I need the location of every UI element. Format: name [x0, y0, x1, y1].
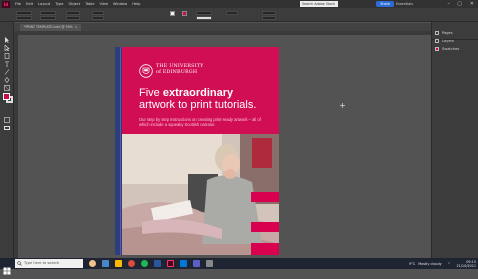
- height-field[interactable]: [40, 16, 56, 20]
- menu-view[interactable]: View: [99, 2, 108, 6]
- margin-guide: [120, 47, 121, 255]
- taskbar-search[interactable]: Type here to search: [15, 259, 83, 268]
- photo-accent-bar-1: [251, 192, 279, 202]
- control-bar: [0, 8, 478, 22]
- clock-date: 21/10/2021: [456, 263, 476, 268]
- adobe-stock-search[interactable]: Search Adobe Stock: [300, 1, 338, 7]
- tray-chevron-icon[interactable]: ^: [448, 262, 451, 266]
- menu-window[interactable]: Window: [113, 2, 127, 6]
- scissors-tool-icon[interactable]: [3, 84, 11, 99]
- pages-panel-label: Pages: [442, 31, 453, 35]
- minimize-button[interactable]: –: [448, 0, 451, 8]
- shear-field[interactable]: [92, 16, 104, 20]
- university-crest-icon: [139, 63, 153, 78]
- cortana-icon[interactable]: [89, 260, 96, 267]
- menu-object[interactable]: Object: [68, 2, 80, 6]
- selection-tool-icon[interactable]: [3, 28, 11, 43]
- menu-type[interactable]: Type: [55, 2, 63, 6]
- task-view-icon[interactable]: [102, 260, 109, 267]
- x-field[interactable]: [16, 11, 32, 15]
- layers-panel-label: Layers: [442, 39, 454, 43]
- subtext: Our step by step instructions on creatin…: [139, 117, 261, 128]
- document-tab-label: *PRINT TEMPLATE.indd @ 59%: [24, 25, 73, 29]
- spotify-icon[interactable]: [141, 260, 148, 267]
- pages-icon: [435, 31, 439, 35]
- stroke-weight-field[interactable]: [196, 11, 212, 15]
- swatches-panel-label: Swatches: [442, 47, 460, 51]
- screen-mode-icon[interactable]: [3, 116, 11, 130]
- scale-y-field[interactable]: [66, 16, 80, 20]
- weather-temp: 9°C: [409, 261, 416, 266]
- document-tab-close-icon[interactable]: ×: [75, 25, 78, 29]
- menu-bar: Id File Edit Layout Type Object Table Vi…: [0, 0, 478, 12]
- pen-tool-icon[interactable]: [3, 68, 11, 83]
- swatches-icon: [435, 47, 439, 51]
- rectangle-frame-tool-icon[interactable]: [3, 76, 11, 91]
- workspace-select[interactable]: Essentials Classic: [396, 1, 420, 12]
- layers-panel-tab[interactable]: Layers: [435, 38, 454, 44]
- university-name: THE UNIVERSITY of EDINBURGH: [156, 64, 203, 75]
- type-tool-icon[interactable]: T: [3, 52, 11, 69]
- menu-file[interactable]: File: [15, 2, 21, 6]
- file-explorer-icon[interactable]: [115, 260, 122, 267]
- clock[interactable]: 09:15 21/10/2021: [456, 260, 476, 268]
- teams-icon[interactable]: [193, 260, 200, 267]
- close-button[interactable]: ✕: [470, 0, 474, 8]
- pages-panel-tab[interactable]: Pages: [435, 30, 453, 36]
- fill-stroke-proxy[interactable]: [3, 93, 13, 103]
- headline-prefix: Five: [139, 87, 163, 99]
- panel-dock: Pages Layers Swatches: [431, 22, 478, 258]
- windows-taskbar: Type here to search: [0, 258, 478, 274]
- document-page[interactable]: THE UNIVERSITY of EDINBURGH Five extraor…: [115, 47, 279, 255]
- vertical-ruler[interactable]: [14, 31, 18, 258]
- stroke-color-swatch[interactable]: [182, 11, 187, 16]
- university-line-1: THE UNIVERSITY: [156, 64, 204, 69]
- headline: Five extraordinary artwork to print tuto…: [139, 87, 279, 111]
- document-tab[interactable]: *PRINT TEMPLATE.indd @ 59% ×: [20, 24, 82, 31]
- scale-x-field[interactable]: [66, 11, 80, 15]
- search-icon: [17, 261, 22, 266]
- formatting-affects-container-icon[interactable]: [3, 108, 11, 123]
- cursor-crosshair-icon: [340, 93, 345, 108]
- indesign-window: Id File Edit Layout Type Object Table Vi…: [0, 0, 478, 274]
- headline-bold: extraordinary: [162, 87, 234, 99]
- y-field[interactable]: [16, 16, 32, 20]
- maximize-button[interactable]: ▢: [457, 0, 462, 8]
- photo-accent-bar-2: [251, 222, 279, 232]
- menu-layout[interactable]: Layout: [38, 2, 50, 6]
- fill-color-swatch[interactable]: [170, 11, 175, 16]
- word-icon[interactable]: [154, 260, 161, 267]
- fill-swatch[interactable]: [3, 93, 10, 100]
- menu-table[interactable]: Table: [85, 2, 94, 6]
- headline-line-2: artwork to print tutorials.: [139, 99, 257, 111]
- app-logo: Id: [2, 0, 10, 8]
- document-tab-bar: *PRINT TEMPLATE.indd @ 59% ×: [14, 23, 431, 31]
- indesign-taskbar-icon[interactable]: [167, 260, 174, 267]
- line-tool-icon[interactable]: [3, 60, 11, 75]
- photo-accent-bar-3: [251, 243, 279, 255]
- gap-field[interactable]: [262, 16, 276, 20]
- system-tray: 9°C Mostly cloudy ^ 09:15 21/10/2021: [409, 258, 476, 269]
- taskbar-search-placeholder: Type here to search: [24, 261, 60, 265]
- fitting-field[interactable]: [262, 11, 276, 15]
- share-button[interactable]: Share: [376, 1, 394, 7]
- photos-icon[interactable]: [206, 260, 213, 267]
- tools-panel: T: [0, 22, 14, 258]
- outlook-icon[interactable]: [180, 260, 187, 267]
- swatches-panel-tab[interactable]: Swatches: [435, 46, 459, 52]
- rotate-field[interactable]: [92, 11, 104, 15]
- horizontal-ruler[interactable]: [14, 31, 431, 35]
- direct-selection-tool-icon[interactable]: [3, 36, 11, 52]
- windows-start-icon[interactable]: [3, 260, 11, 274]
- university-line-2: of EDINBURGH: [156, 69, 198, 75]
- page-tool-icon[interactable]: [3, 44, 11, 59]
- weather-status[interactable]: Mostly cloudy: [418, 262, 441, 266]
- menu-edit[interactable]: Edit: [26, 2, 33, 6]
- chrome-icon[interactable]: [128, 260, 135, 267]
- menu-help[interactable]: Help: [132, 2, 140, 6]
- layers-icon: [435, 39, 439, 43]
- stroke-type-select[interactable]: [196, 16, 212, 20]
- opacity-field[interactable]: [226, 11, 238, 15]
- width-field[interactable]: [40, 11, 56, 15]
